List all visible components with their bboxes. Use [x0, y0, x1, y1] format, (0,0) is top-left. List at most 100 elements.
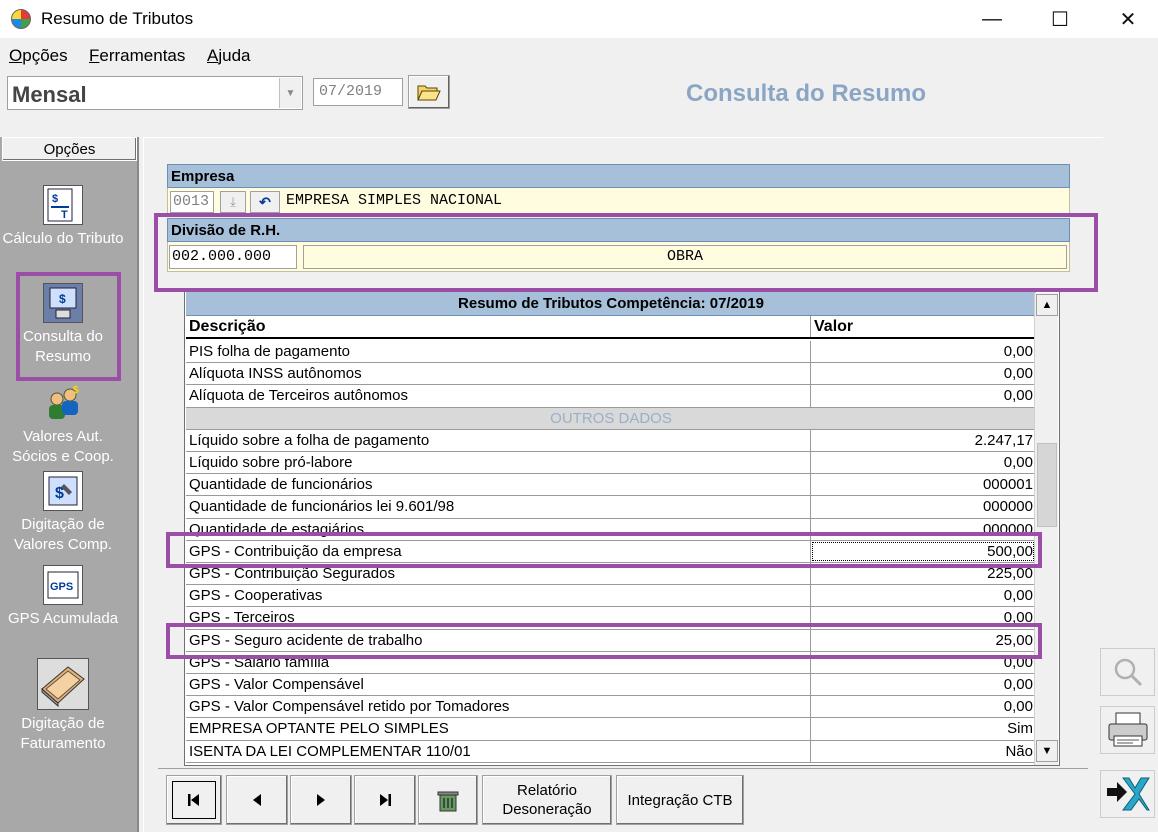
- delete-button[interactable]: [418, 775, 478, 825]
- column-separator: [810, 651, 811, 673]
- triangle-down-icon: ▼: [1041, 745, 1053, 757]
- relatorio-desoneracao-button[interactable]: Relatório Desoneração: [482, 775, 612, 825]
- table-row[interactable]: Alíquota INSS autônomos 0,00: [186, 363, 1036, 386]
- table-row[interactable]: GPS - Valor Compensável retido por Tomad…: [186, 696, 1036, 719]
- sidebar-item-label: Digitação de Valores Comp.: [13, 516, 113, 553]
- table-row[interactable]: GPS - Cooperativas 0,00: [186, 585, 1036, 608]
- row-value: 0,00: [1003, 587, 1033, 605]
- row-value: 0,00: [1003, 343, 1033, 360]
- empresa-code-input[interactable]: 0013: [170, 191, 214, 213]
- grid-scrollbar[interactable]: ▲ ▼: [1034, 293, 1058, 765]
- divisao-code-input[interactable]: 002.000.000: [169, 245, 297, 269]
- column-separator: [810, 429, 811, 451]
- column-descricao[interactable]: Descrição: [189, 318, 266, 336]
- column-separator: [810, 718, 811, 740]
- table-row[interactable]: GPS - Contribuição da empresa 500,00: [186, 540, 1036, 563]
- open-folder-button[interactable]: [408, 75, 450, 109]
- sidebar-item-label: Cálculo do Tributo: [2, 230, 124, 247]
- table-row[interactable]: Líquido sobre pró-labore 0,00: [186, 452, 1036, 475]
- sidebar-item-label: GPS Acumulada: [7, 610, 119, 627]
- column-separator: [810, 496, 811, 518]
- table-row[interactable]: Quantidade de estagiários 000000: [186, 518, 1036, 541]
- sidebar-item-faturamento[interactable]: Digitação de Faturamento: [0, 658, 126, 754]
- column-separator: [810, 696, 811, 718]
- menu-ferramentas[interactable]: Ferramentas: [89, 46, 185, 66]
- table-row[interactable]: GPS - Terceiros 0,00: [186, 607, 1036, 630]
- undo-icon: ↶: [259, 193, 271, 210]
- table-row[interactable]: EMPRESA OPTANTE PELO SIMPLES Sim: [186, 718, 1036, 741]
- first-record-button[interactable]: [166, 775, 222, 825]
- last-record-button[interactable]: [354, 775, 416, 825]
- exit-button[interactable]: [1100, 770, 1155, 818]
- table-row[interactable]: ISENTA DA LEI COMPLEMENTAR 110/01 Não: [186, 740, 1036, 763]
- table-row[interactable]: Alíquota de Terceiros autônomos 0,00: [186, 385, 1036, 408]
- column-separator: [810, 563, 811, 585]
- chevron-down-icon[interactable]: ▼: [279, 78, 301, 108]
- sidebar: Opções $ T Cálculo do Tributo $ Consulta …: [0, 137, 139, 832]
- maximize-button[interactable]: ☐: [1030, 0, 1090, 38]
- sidebar-item-consulta[interactable]: $ Consulta do Resumo: [0, 283, 126, 367]
- row-description: Quantidade de funcionários: [189, 476, 373, 494]
- undo-button[interactable]: ↶: [250, 191, 280, 213]
- table-row[interactable]: GPS - Contribuição Segurados 225,00: [186, 563, 1036, 586]
- table-row[interactable]: GPS - Seguro acidente de trabalho 25,00: [186, 629, 1036, 652]
- section-row[interactable]: OUTROS DADOS: [186, 407, 1036, 430]
- row-value: 0,00: [1003, 698, 1033, 716]
- competencia-input[interactable]: 07/2019: [313, 78, 403, 106]
- tributos-grid[interactable]: Resumo de Tributos Competência: 07/2019 …: [184, 290, 1060, 766]
- minimize-button[interactable]: —: [962, 0, 1022, 38]
- app-icon: [11, 9, 31, 29]
- table-row[interactable]: Líquido sobre a folha de pagamento 2.247,…: [186, 429, 1036, 452]
- empresa-header: Empresa: [167, 164, 1070, 188]
- menu-opcoes[interactable]: Opções: [9, 46, 68, 66]
- row-value: 0,00: [1003, 676, 1033, 693]
- period-type-select[interactable]: Mensal ▼: [7, 76, 303, 110]
- sidebar-item-gps-acumulada[interactable]: GPS GPS Acumulada: [0, 565, 126, 629]
- sidebar-item-digitacao-valores[interactable]: $ Digitação de Valores Comp.: [0, 471, 126, 555]
- prev-record-button[interactable]: [226, 775, 288, 825]
- sidebar-item-valores-aut[interactable]: $ Valores Aut. Sócios e Coop.: [0, 383, 126, 467]
- row-description: GPS - Cooperativas: [189, 587, 323, 605]
- toolbar: Mensal ▼ 07/2019 Consulta do Resumo: [0, 70, 1158, 130]
- integracao-ctb-button[interactable]: Integração CTB: [616, 775, 744, 825]
- section-label: OUTROS DADOS: [550, 409, 672, 427]
- row-description: GPS - Contribuição Segurados: [189, 565, 395, 582]
- empresa-group: Empresa 0013 ⤓ ↶ EMPRESA SIMPLES NACIONA…: [167, 164, 1070, 216]
- scroll-down-button[interactable]: ▼: [1036, 740, 1058, 762]
- search-disabled-button[interactable]: [1100, 648, 1155, 696]
- scroll-thumb[interactable]: [1037, 443, 1057, 527]
- menu-opcoes-rest: pções: [22, 46, 68, 65]
- first-icon: [172, 781, 216, 819]
- scroll-up-button[interactable]: ▲: [1036, 294, 1058, 316]
- print-button[interactable]: [1100, 706, 1155, 754]
- table-row[interactable]: GPS - Valor Compensável 0,00: [186, 674, 1036, 697]
- next-record-button[interactable]: [290, 775, 352, 825]
- sidebar-item-label: Valores Aut. Sócios e Coop.: [12, 428, 114, 465]
- menu-ajuda[interactable]: Ajuda: [207, 46, 250, 66]
- column-separator: [810, 316, 811, 337]
- table-row[interactable]: Quantidade de funcionários 000001: [186, 474, 1036, 497]
- keyboard-icon: [37, 658, 89, 710]
- column-separator: [810, 363, 811, 385]
- lookup-button[interactable]: ⤓: [220, 191, 246, 213]
- divisao-name: OBRA: [303, 245, 1067, 269]
- table-row[interactable]: GPS - Salário família 0,00: [186, 651, 1036, 674]
- column-valor[interactable]: Valor: [814, 318, 853, 336]
- svg-text:T: T: [61, 209, 68, 221]
- grid-column-header: Descrição Valor: [186, 316, 1036, 339]
- sidebar-item-calculo[interactable]: $ T Cálculo do Tributo: [0, 185, 126, 249]
- row-value: 000000: [982, 520, 1033, 538]
- table-row[interactable]: PIS folha de pagamento 0,00: [186, 341, 1036, 364]
- row-description: Quantidade de estagiários: [189, 520, 365, 538]
- column-separator: [810, 585, 811, 607]
- printer-icon: [1108, 712, 1147, 747]
- window-title: Resumo de Tributos: [41, 9, 194, 28]
- row-description: GPS - Seguro acidente de trabalho: [189, 631, 423, 649]
- row-value: 000001: [982, 476, 1033, 494]
- close-button[interactable]: ✕: [1098, 0, 1158, 38]
- row-description: Alíquota INSS autônomos: [189, 365, 362, 383]
- divisao-header: Divisão de R.H.: [167, 218, 1070, 242]
- table-row[interactable]: Quantidade de funcionários lei 9.601/98 0…: [186, 496, 1036, 519]
- svg-text:$: $: [59, 292, 66, 306]
- row-value: 2.247,17: [974, 431, 1033, 449]
